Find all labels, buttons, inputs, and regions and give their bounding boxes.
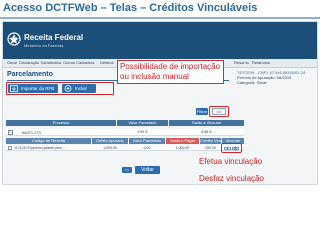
import-callout: Possibilidade de importação ou inclusão … <box>117 60 224 84</box>
row-checkbox[interactable] <box>8 146 12 150</box>
cell-saldo-a-pagar: 1.000,00 <box>175 146 190 150</box>
column-header-saldo-a-pagar: Saldo a Pagar <box>166 138 199 144</box>
brand-subtitle: Ministério da Fazenda <box>24 43 64 48</box>
column-header-debito-apurado: Débito Apurado <box>92 138 128 144</box>
voltar-button[interactable]: Voltar <box>135 166 160 174</box>
desfaz-vinculacao-note: Desfaz vinculação <box>199 174 264 183</box>
menu-item-resumo[interactable]: Resumo <box>234 60 249 65</box>
column-header-valor-parcelado-sub: Valor Parcelado <box>129 138 165 144</box>
brand-name: Receita Federal <box>24 33 84 42</box>
page-title: Parcelamento <box>7 71 53 78</box>
filter-button[interactable]: Filtrar <box>196 108 208 115</box>
table-row: 1178-00 Empresa optante pelo... 1.000,00… <box>6 145 244 151</box>
column-header-saldo-a-vincular: Saldo a Vincular <box>169 120 244 126</box>
group-valor-parcelado: 9,99 ₢ <box>137 130 148 134</box>
select-highlight-box <box>209 106 229 117</box>
taxpayer-category: Categoria: Geral <box>237 80 267 85</box>
menu-item-declaracao[interactable]: Declaração Substitutiva <box>19 60 61 65</box>
menu-item-relatorios[interactable]: Relatórios <box>252 60 270 65</box>
buttons-highlight-box <box>6 82 114 95</box>
cell-valor-parcelado: 0,00 <box>143 146 151 150</box>
taxpayer-info: TESTE99 - CNPJ 47.946.993/0001-24 Períod… <box>237 70 314 90</box>
menu-item-geral[interactable]: Geral <box>7 60 17 65</box>
process-group-row[interactable]: − 56471.274 9,99 ₢ 8,88 ₢ <box>6 129 244 136</box>
app-header: Receita Federal Ministério da Fazenda <box>3 22 317 59</box>
receita-federal-logo: Receita Federal Ministério da Fazenda <box>7 25 157 55</box>
slide-title: Acesso DCTFWeb – Telas – Créditos Vincul… <box>3 2 258 14</box>
menu-item-debitos[interactable]: Débitos <box>100 60 114 65</box>
column-header-credito-vinculado: Crédito Vinculado <box>200 138 221 144</box>
efetua-vinculacao-note: Efetua vinculação <box>199 157 263 166</box>
column-header-valor-parcelado: Valor Parcelado <box>117 120 168 126</box>
process-number: 56471.274 <box>22 130 41 135</box>
title-divider <box>0 17 320 19</box>
menu-item-outros-cadastros[interactable]: Outros Cadastros <box>63 60 94 65</box>
actions-highlight-box <box>221 143 242 153</box>
brasao-icon <box>7 32 21 46</box>
cell-credito-vinculado: 200,00 <box>205 146 216 150</box>
back-arrow-button[interactable]: << <box>122 167 132 173</box>
column-header-processo: Processo <box>6 120 116 126</box>
collapse-toggle-icon[interactable]: − <box>8 130 13 135</box>
group-saldo: 8,88 ₢ <box>201 130 212 134</box>
column-header-codigo-receita: Código de Receita <box>6 138 91 144</box>
screenshot-frame: Receita Federal Ministério da Fazenda Ge… <box>2 21 318 185</box>
cell-codigo-receita: 1178-00 Empresa optante pelo... <box>14 146 65 150</box>
cell-debito-apurado: 1.000,00 <box>103 146 117 150</box>
